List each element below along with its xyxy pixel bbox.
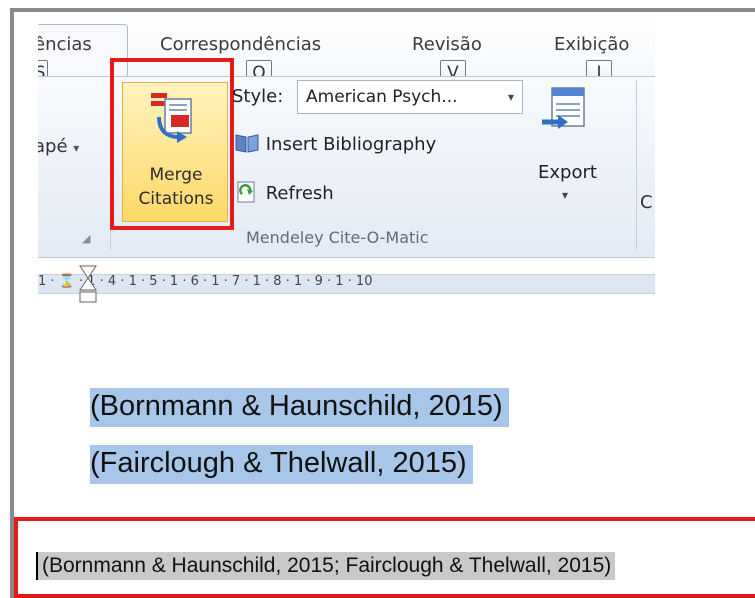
mendeley-group-label: Mendeley Cite-O-Matic bbox=[246, 228, 429, 247]
group-separator bbox=[636, 80, 637, 250]
word-ribbon: ências S Correspondências O Revisão V Ex… bbox=[38, 14, 655, 310]
chevron-down-icon: ▾ bbox=[562, 188, 569, 202]
refresh-label: Refresh bbox=[265, 183, 334, 204]
export-button[interactable]: Export ▾ bbox=[530, 84, 612, 214]
text-cursor bbox=[36, 552, 38, 580]
citation-style-value: American Psych... bbox=[306, 87, 458, 107]
tab-revisao[interactable]: Revisão bbox=[412, 34, 482, 55]
refresh-button[interactable]: Refresh bbox=[234, 180, 334, 204]
style-label: Style: bbox=[232, 86, 284, 107]
horizontal-ruler[interactable]: 1 · ⌛ · 1 · 4 · 1 · 5 · 1 · 6 · 1 · 7 · … bbox=[38, 264, 655, 310]
tab-correspondencias[interactable]: Correspondências bbox=[160, 34, 321, 55]
chevron-down-icon: ▾ bbox=[73, 141, 80, 155]
screenshot-border-left bbox=[10, 8, 14, 598]
refresh-icon bbox=[237, 181, 255, 203]
citation-style-dropdown[interactable]: American Psych... ▾ bbox=[297, 80, 523, 114]
indent-marker-icon[interactable] bbox=[78, 264, 98, 304]
left-group-partial-button[interactable]: apé ▾ bbox=[38, 136, 79, 157]
dialog-launcher-icon[interactable]: ◢ bbox=[82, 232, 90, 245]
chevron-down-icon: ▾ bbox=[507, 90, 514, 104]
tab-referencias-label[interactable]: ências bbox=[38, 34, 92, 55]
export-label: Export bbox=[538, 162, 597, 183]
tab-exibicao[interactable]: Exibição bbox=[554, 34, 629, 55]
left-group-label: apé bbox=[38, 136, 68, 157]
insert-bibliography-label: Insert Bibliography bbox=[265, 134, 437, 155]
bibliography-book-icon bbox=[235, 134, 259, 153]
merge-citations-highlight-box bbox=[110, 58, 234, 230]
screenshot-border-top bbox=[10, 8, 755, 12]
merged-citation[interactable]: (Bornmann & Haunschild, 2015; Fairclough… bbox=[38, 552, 616, 580]
citation-line-1[interactable]: (Bornmann & Haunschild, 2015) bbox=[90, 388, 509, 427]
insert-bibliography-button[interactable]: Insert Bibliography bbox=[234, 132, 436, 155]
citation-line-2[interactable]: (Fairclough & Thelwall, 2015) bbox=[90, 445, 473, 484]
next-group-partial: C bbox=[640, 192, 653, 213]
export-icon bbox=[542, 87, 585, 129]
